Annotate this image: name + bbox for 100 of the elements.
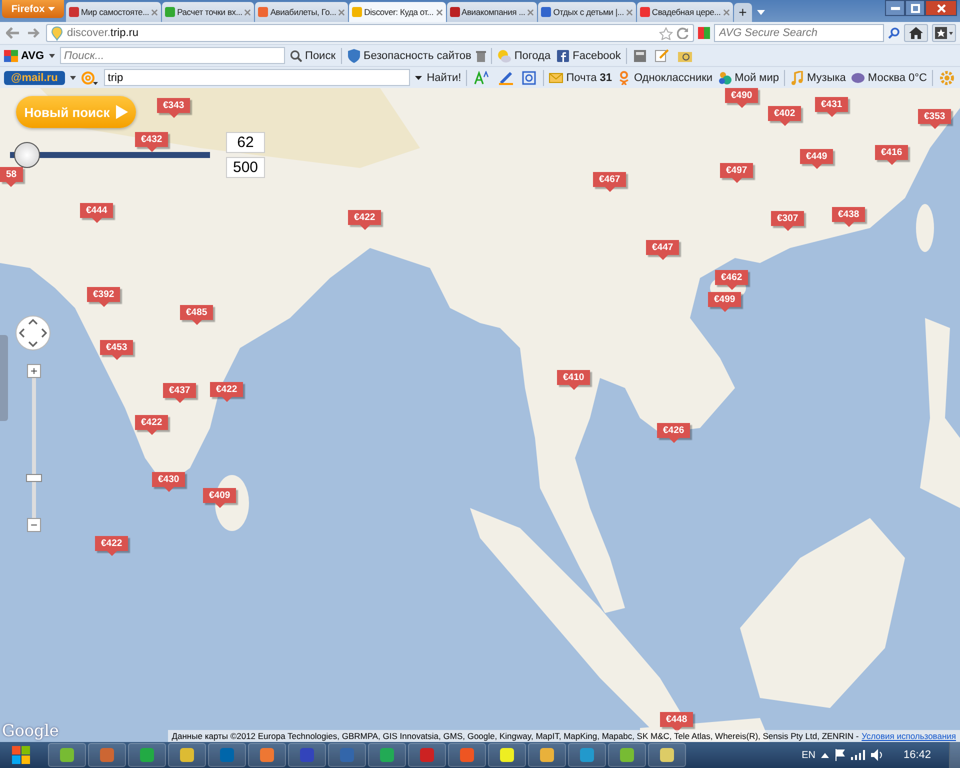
mail-ru-logo[interactable]: @mail.ru: [4, 70, 65, 84]
browser-tab[interactable]: Авиабилеты, Го...: [255, 2, 348, 22]
search-icon: [290, 50, 302, 62]
taskbar-button[interactable]: [48, 743, 86, 767]
folder-icon[interactable]: [678, 50, 692, 62]
toolbar-link[interactable]: Музыка: [790, 68, 846, 86]
close-icon: [936, 4, 946, 12]
home-icon: [909, 27, 923, 39]
zoom-out-button[interactable]: −: [27, 518, 41, 532]
windows-logo-icon[interactable]: [12, 746, 30, 764]
app-icon: [100, 748, 114, 762]
toolbar-button[interactable]: Facebook: [556, 46, 621, 64]
close-icon[interactable]: [244, 8, 252, 16]
browser-tab[interactable]: Свадебная цере...: [636, 2, 733, 22]
home-button[interactable]: [904, 24, 928, 42]
new-tab-button[interactable]: +: [734, 3, 752, 22]
min-price-value: 62: [226, 132, 266, 153]
app-icon: [260, 748, 274, 762]
app-icon: [620, 748, 634, 762]
close-window-button[interactable]: [925, 0, 957, 16]
close-icon[interactable]: [626, 8, 633, 16]
settings-icon[interactable]: [940, 70, 954, 84]
restore-icon: [910, 4, 920, 12]
browser-tab[interactable]: Расчет точки вх...: [162, 2, 254, 22]
taskbar-button[interactable]: [528, 743, 566, 767]
caret-icon: [48, 7, 55, 11]
browser-tab[interactable]: Авиакомпания ...: [446, 2, 538, 22]
taskbar-button[interactable]: [128, 743, 166, 767]
font-size-icon[interactable]: [474, 70, 490, 84]
app-icon: [660, 748, 674, 762]
app-icon: [580, 748, 594, 762]
app-icon: [60, 748, 74, 762]
toolbar-link[interactable]: Одноклассники: [616, 68, 713, 86]
notepad-icon[interactable]: [654, 49, 669, 62]
close-icon[interactable]: [338, 8, 346, 16]
taskbar-button[interactable]: [248, 743, 286, 767]
taskbar-button[interactable]: [368, 743, 406, 767]
restore-button[interactable]: [905, 0, 925, 16]
toolbar-button[interactable]: Безопасность сайтов: [346, 46, 472, 64]
favicon-icon: [165, 7, 176, 17]
zoom-in-button[interactable]: +: [27, 364, 41, 378]
caret-icon[interactable]: [414, 76, 422, 80]
tray-expand-icon[interactable]: [821, 752, 830, 758]
address-field[interactable]: discover.trip.ru: [46, 24, 694, 42]
taskbar-button[interactable]: [648, 743, 686, 767]
close-icon[interactable]: [722, 8, 730, 16]
signal-icon[interactable]: [851, 750, 866, 760]
bookmarks-button[interactable]: [932, 24, 956, 42]
search-button[interactable]: Поиск: [290, 46, 336, 64]
close-icon[interactable]: [527, 8, 534, 16]
toolbar-button[interactable]: Погода: [497, 46, 551, 64]
google-logo: Google: [2, 721, 59, 740]
facebook-icon: [556, 48, 570, 62]
terms-link[interactable]: Условия использования: [862, 731, 956, 741]
firefox-menu-button[interactable]: Firefox: [2, 0, 64, 18]
envelope-icon: [549, 70, 564, 84]
pan-control[interactable]: [15, 315, 51, 351]
avg-logo[interactable]: AVG: [4, 50, 44, 62]
minimize-button[interactable]: [885, 0, 905, 16]
browser-tab[interactable]: Discover: Куда от...: [349, 2, 446, 22]
minimize-icon: [890, 6, 900, 10]
pen-icon[interactable]: [499, 70, 514, 84]
app-icon: [180, 748, 194, 762]
app-icon: [380, 748, 394, 762]
person-icon: [616, 70, 631, 84]
language-indicator[interactable]: EN: [802, 750, 816, 760]
music-note-icon: [790, 70, 804, 84]
screen-search-icon[interactable]: [522, 70, 536, 84]
browser-tab[interactable]: Отдых с детьми |...: [538, 2, 636, 22]
balloon-icon: [51, 26, 63, 40]
flag-icon[interactable]: [835, 749, 846, 761]
find-button[interactable]: Найти!: [426, 68, 462, 86]
close-icon[interactable]: [436, 8, 443, 16]
forward-icon[interactable]: [28, 27, 40, 39]
app-icon: [300, 748, 314, 762]
trash-icon[interactable]: [476, 50, 486, 62]
app-icon: [140, 748, 154, 762]
toolbar-search-field[interactable]: Поиск...: [60, 47, 286, 64]
caret-icon[interactable]: [70, 76, 76, 80]
calculator-icon[interactable]: [634, 50, 646, 62]
back-icon[interactable]: [6, 27, 20, 39]
caret-icon[interactable]: [49, 54, 56, 58]
toolbar-link[interactable]: Почта 31: [549, 68, 612, 86]
at-sign-icon[interactable]: [80, 70, 99, 84]
panel-toggle[interactable]: [0, 335, 8, 421]
mail-search-field[interactable]: trip: [104, 69, 410, 86]
favicon-icon: [258, 7, 268, 17]
toolbar-link[interactable]: Москва 0°C: [850, 68, 927, 86]
app-icon: [220, 748, 234, 762]
browser-tab[interactable]: Мир самостояте...: [66, 2, 162, 22]
taskbar-button[interactable]: [608, 743, 646, 767]
toolbar-link[interactable]: Мой мир: [718, 68, 779, 86]
close-icon[interactable]: [151, 8, 158, 16]
clock[interactable]: 16:42: [891, 749, 943, 761]
taskbar-button[interactable]: [488, 743, 526, 767]
reload-icon[interactable]: [677, 27, 689, 39]
taskbar-button[interactable]: [168, 743, 206, 767]
bookmark-star-icon[interactable]: [659, 26, 673, 40]
search-icon[interactable]: [888, 27, 900, 39]
favicon-icon: [69, 7, 79, 17]
